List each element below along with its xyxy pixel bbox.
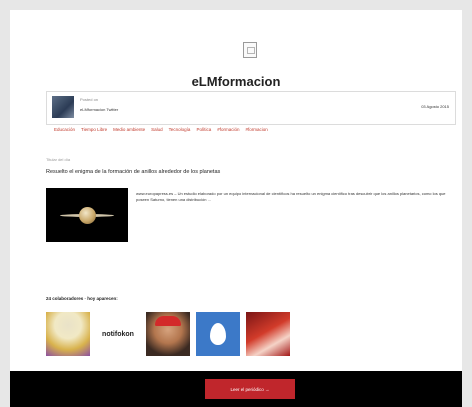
tag-politica[interactable]: Política	[196, 127, 211, 132]
collaborators-list: notifokon	[46, 312, 290, 356]
newsletter-card: eLMformacion Posted on eLMformacion Twit…	[10, 10, 462, 407]
saturn-planet	[79, 207, 96, 224]
post-header: Posted on eLMformacion Twitter 03 Agosto…	[46, 91, 456, 125]
collaborator-avatar-photo[interactable]	[146, 312, 190, 356]
author-avatar[interactable]	[52, 96, 74, 118]
saturn-thumbnail[interactable]	[46, 188, 128, 242]
author-name[interactable]: eLMformacion Twitter	[80, 107, 118, 112]
article-title[interactable]: Resuelto el enigma de la formación de an…	[46, 169, 220, 175]
collaborator-avatar-notifokon[interactable]: notifokon	[96, 312, 140, 356]
collaborator-avatar-shoe[interactable]	[246, 312, 290, 356]
tag-tiempo-libre[interactable]: Tiempo Libre	[81, 127, 107, 132]
tag-tecnologia[interactable]: Tecnología	[169, 127, 191, 132]
tag-salud[interactable]: Salud	[151, 127, 163, 132]
topic-label: Titular del día	[46, 157, 71, 162]
paper-title: eLMformacion	[191, 74, 281, 89]
notifokon-logo-text: notifokon	[102, 330, 134, 338]
category-tags: Educación Tiempo Libre Medio ambiente Sa…	[54, 127, 268, 132]
tag-formacion[interactable]: #formacion	[245, 127, 267, 132]
collaborator-avatar-egg[interactable]	[196, 312, 240, 356]
post-date: 03 Agosto 2015	[421, 104, 449, 109]
read-newspaper-button[interactable]: Leer el periódico →	[205, 379, 295, 399]
article-excerpt: www.europapress.es – Un estudio elaborad…	[136, 191, 446, 202]
image-placeholder-icon	[243, 42, 257, 58]
tag-medio-ambiente[interactable]: Medio ambiente	[113, 127, 145, 132]
posted-by-label: Posted on	[80, 97, 99, 102]
collaborators-label: 24 colaboradores · hoy aparecen:	[46, 296, 118, 301]
tag-formacion-accent[interactable]: #formación	[217, 127, 239, 132]
tag-educacion[interactable]: Educación	[54, 127, 75, 132]
collaborator-avatar-cartoon[interactable]	[46, 312, 90, 356]
egg-icon	[210, 323, 226, 345]
footer-bar: Leer el periódico →	[10, 371, 462, 407]
